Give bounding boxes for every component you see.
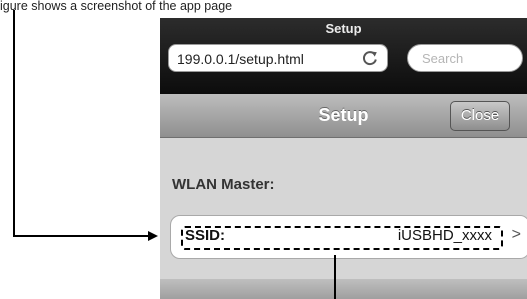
callout-arrowhead (148, 231, 158, 241)
search-input[interactable]: Search (407, 44, 523, 72)
navigation-bar: Setup Close (160, 94, 527, 138)
settings-content: WLAN Master: SSID: iUSBHD_xxxx > (160, 138, 527, 299)
bottom-strip (160, 279, 527, 299)
address-bar[interactable]: 199.0.0.1/setup.html (168, 44, 388, 72)
phone-screen: Setup 199.0.0.1/setup.html Search Setup … (160, 18, 527, 299)
figure-caption: igure shows a screenshot of the app page (0, 0, 233, 13)
ssid-value: iUSBHD_xxxx (397, 227, 492, 244)
ssid-row[interactable]: SSID: iUSBHD_xxxx > (170, 215, 527, 259)
pointer-line (334, 255, 336, 299)
chevron-right-icon: > (511, 226, 521, 243)
reload-icon[interactable] (361, 49, 379, 67)
browser-title: Setup (325, 21, 362, 36)
browser-toolbar: Setup 199.0.0.1/setup.html Search (160, 18, 527, 94)
callout-line-horizontal (13, 235, 148, 237)
close-button[interactable]: Close (450, 101, 510, 131)
search-placeholder: Search (422, 51, 464, 66)
callout-line-vertical (13, 10, 15, 236)
ssid-label: SSID: (185, 227, 226, 244)
section-header-wlan-master: WLAN Master: (172, 176, 275, 193)
address-text: 199.0.0.1/setup.html (177, 51, 304, 67)
